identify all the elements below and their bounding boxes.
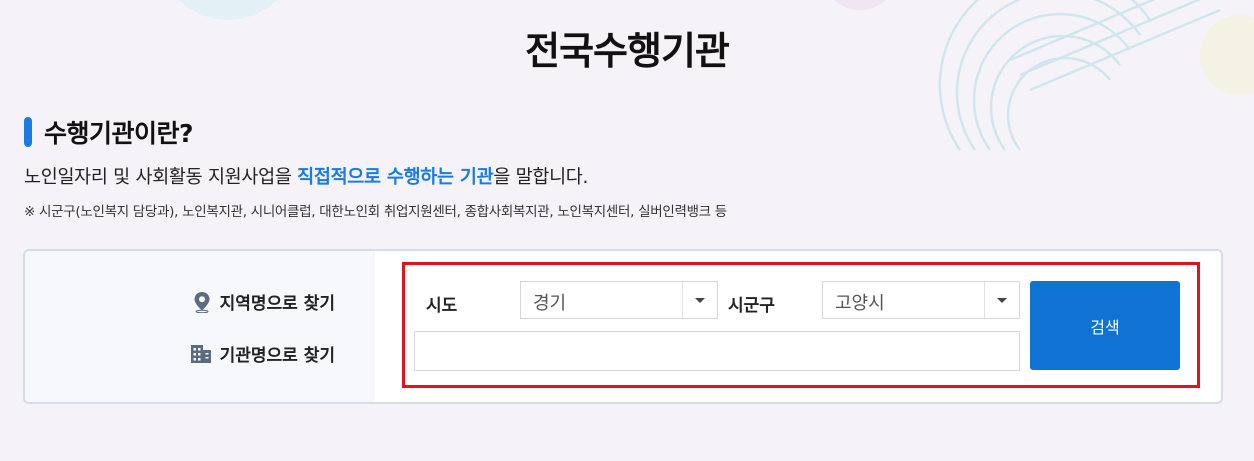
search-button[interactable]: 검색 <box>1030 281 1180 370</box>
description-text-start: 노인일자리 및 사회활동 지원사업을 <box>24 167 298 188</box>
page-title: 전국수행기관 <box>525 29 730 73</box>
sigungu-select[interactable]: 고양시 <box>822 281 1020 319</box>
keyword-input[interactable] <box>414 331 1020 371</box>
section-accent-bar <box>24 117 32 147</box>
search-by-name-label: 기관명으로 찾기 <box>219 346 335 366</box>
sigungu-label: 시군구 <box>728 296 775 316</box>
section-title: 수행기관이란? <box>44 119 194 148</box>
sido-label: 시도 <box>426 296 458 316</box>
sido-dropdown-toggle[interactable] <box>682 282 717 318</box>
sido-select[interactable]: 경기 <box>520 281 718 319</box>
building-icon <box>190 344 211 363</box>
sido-selected-value: 경기 <box>533 293 567 314</box>
search-options-panel: 지역명으로 찾기 기관명으로 찾기 <box>25 251 375 402</box>
sigungu-dropdown-toggle[interactable] <box>984 282 1019 318</box>
section-description: 노인일자리 및 사회활동 지원사업을 직접적으로 수행하는 기관을 말합니다. <box>24 163 588 189</box>
sigungu-selected-value: 고양시 <box>835 293 885 314</box>
description-text-end: 을 말합니다. <box>493 167 589 188</box>
chevron-down-icon <box>997 298 1007 303</box>
search-by-region-option[interactable]: 지역명으로 찾기 <box>192 289 335 314</box>
location-pin-icon <box>194 291 210 313</box>
section-heading: 수행기관이란? <box>24 114 194 150</box>
description-highlight: 직접적으로 수행하는 기관 <box>297 167 494 188</box>
search-by-name-option[interactable]: 기관명으로 찾기 <box>190 341 335 366</box>
section-note: ※ 시군구(노인복지 담당과), 노인복지관, 시니어클럽, 대한노인회 취업지… <box>24 204 727 220</box>
search-by-region-label: 지역명으로 찾기 <box>219 294 335 314</box>
chevron-down-icon <box>695 298 705 303</box>
